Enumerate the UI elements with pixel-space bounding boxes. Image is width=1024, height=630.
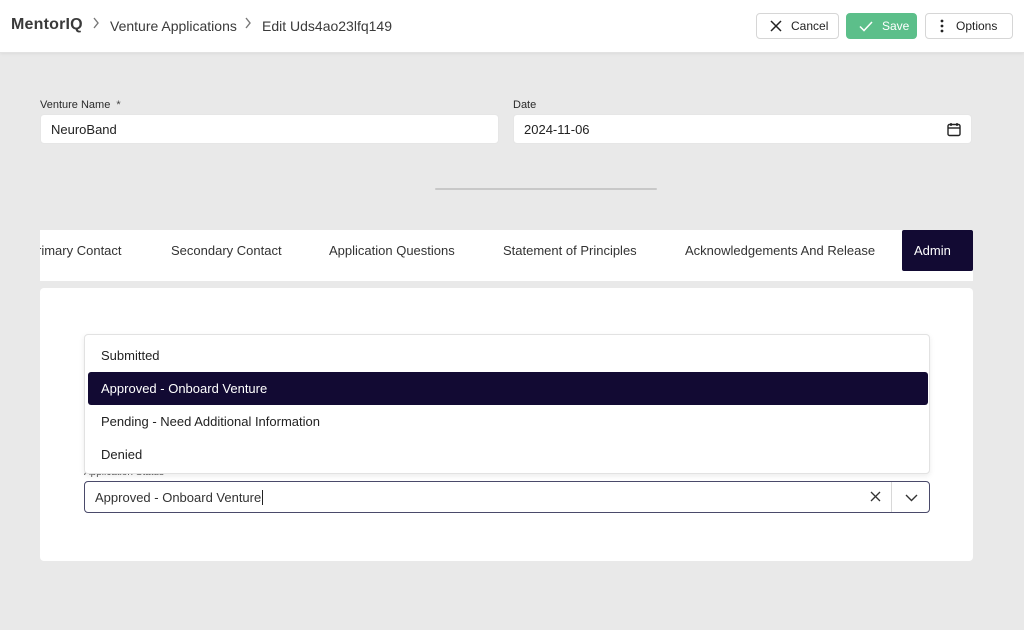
option-pending-need-additional-information[interactable]: Pending - Need Additional Information: [88, 405, 928, 438]
save-button[interactable]: Save: [846, 13, 917, 39]
venture-name-label-text: Venture Name: [40, 99, 111, 111]
venture-name-value: NeuroBand: [51, 121, 117, 137]
chevron-down-icon: [905, 489, 918, 507]
app-header: MentorIQ Venture Applications Edit Uds4a…: [0, 0, 1024, 53]
options-button[interactable]: Options: [925, 13, 1013, 39]
cancel-button[interactable]: Cancel: [756, 13, 839, 39]
tab-primary-contact[interactable]: rimary Contact: [40, 230, 122, 271]
required-marker: *: [116, 99, 121, 111]
breadcrumb-venture-applications[interactable]: Venture Applications: [110, 18, 237, 34]
cancel-button-label: Cancel: [791, 19, 829, 33]
text-caret: [262, 490, 264, 505]
date-value: 2024-11-06: [524, 121, 590, 137]
venture-name-input[interactable]: NeuroBand: [40, 114, 499, 144]
options-button-label: Options: [956, 19, 998, 33]
option-approved-onboard-venture[interactable]: Approved - Onboard Venture: [88, 372, 928, 405]
date-label: Date: [513, 99, 537, 111]
tab-application-questions[interactable]: Application Questions: [329, 230, 455, 271]
dropdown-toggle-button[interactable]: [899, 488, 923, 508]
close-icon: [770, 20, 782, 32]
select-divider: [891, 482, 892, 512]
date-input[interactable]: 2024-11-06: [513, 114, 972, 144]
tab-acknowledgements-and-release[interactable]: Acknowledgements And Release: [685, 230, 875, 271]
clear-selection-button[interactable]: [865, 488, 885, 508]
calendar-icon[interactable]: [947, 122, 961, 140]
application-status-value: Approved - Onboard Venture: [95, 490, 264, 505]
option-submitted[interactable]: Submitted: [88, 339, 928, 372]
brand-logo[interactable]: MentorIQ: [11, 16, 83, 34]
more-vertical-icon: [940, 19, 944, 33]
check-icon: [859, 20, 873, 32]
tab-secondary-contact[interactable]: Secondary Contact: [171, 230, 282, 271]
tab-statement-of-principles[interactable]: Statement of Principles: [503, 230, 637, 271]
application-status-select[interactable]: Approved - Onboard Venture: [84, 481, 930, 513]
chevron-right-icon: [244, 17, 252, 32]
application-status-text: Approved - Onboard Venture: [95, 490, 262, 505]
tab-admin[interactable]: Admin: [902, 230, 973, 271]
venture-name-label: Venture Name *: [40, 99, 121, 111]
chevron-right-icon: [92, 17, 100, 32]
section-divider: [435, 188, 657, 190]
status-dropdown-menu: Submitted Approved - Onboard Venture Pen…: [84, 334, 930, 474]
save-button-label: Save: [882, 19, 910, 33]
tab-bar: rimary Contact Secondary Contact Applica…: [40, 230, 973, 281]
option-denied[interactable]: Denied: [88, 438, 928, 471]
breadcrumb-current: Edit Uds4ao23lfq149: [262, 18, 392, 34]
close-icon: [870, 489, 881, 507]
